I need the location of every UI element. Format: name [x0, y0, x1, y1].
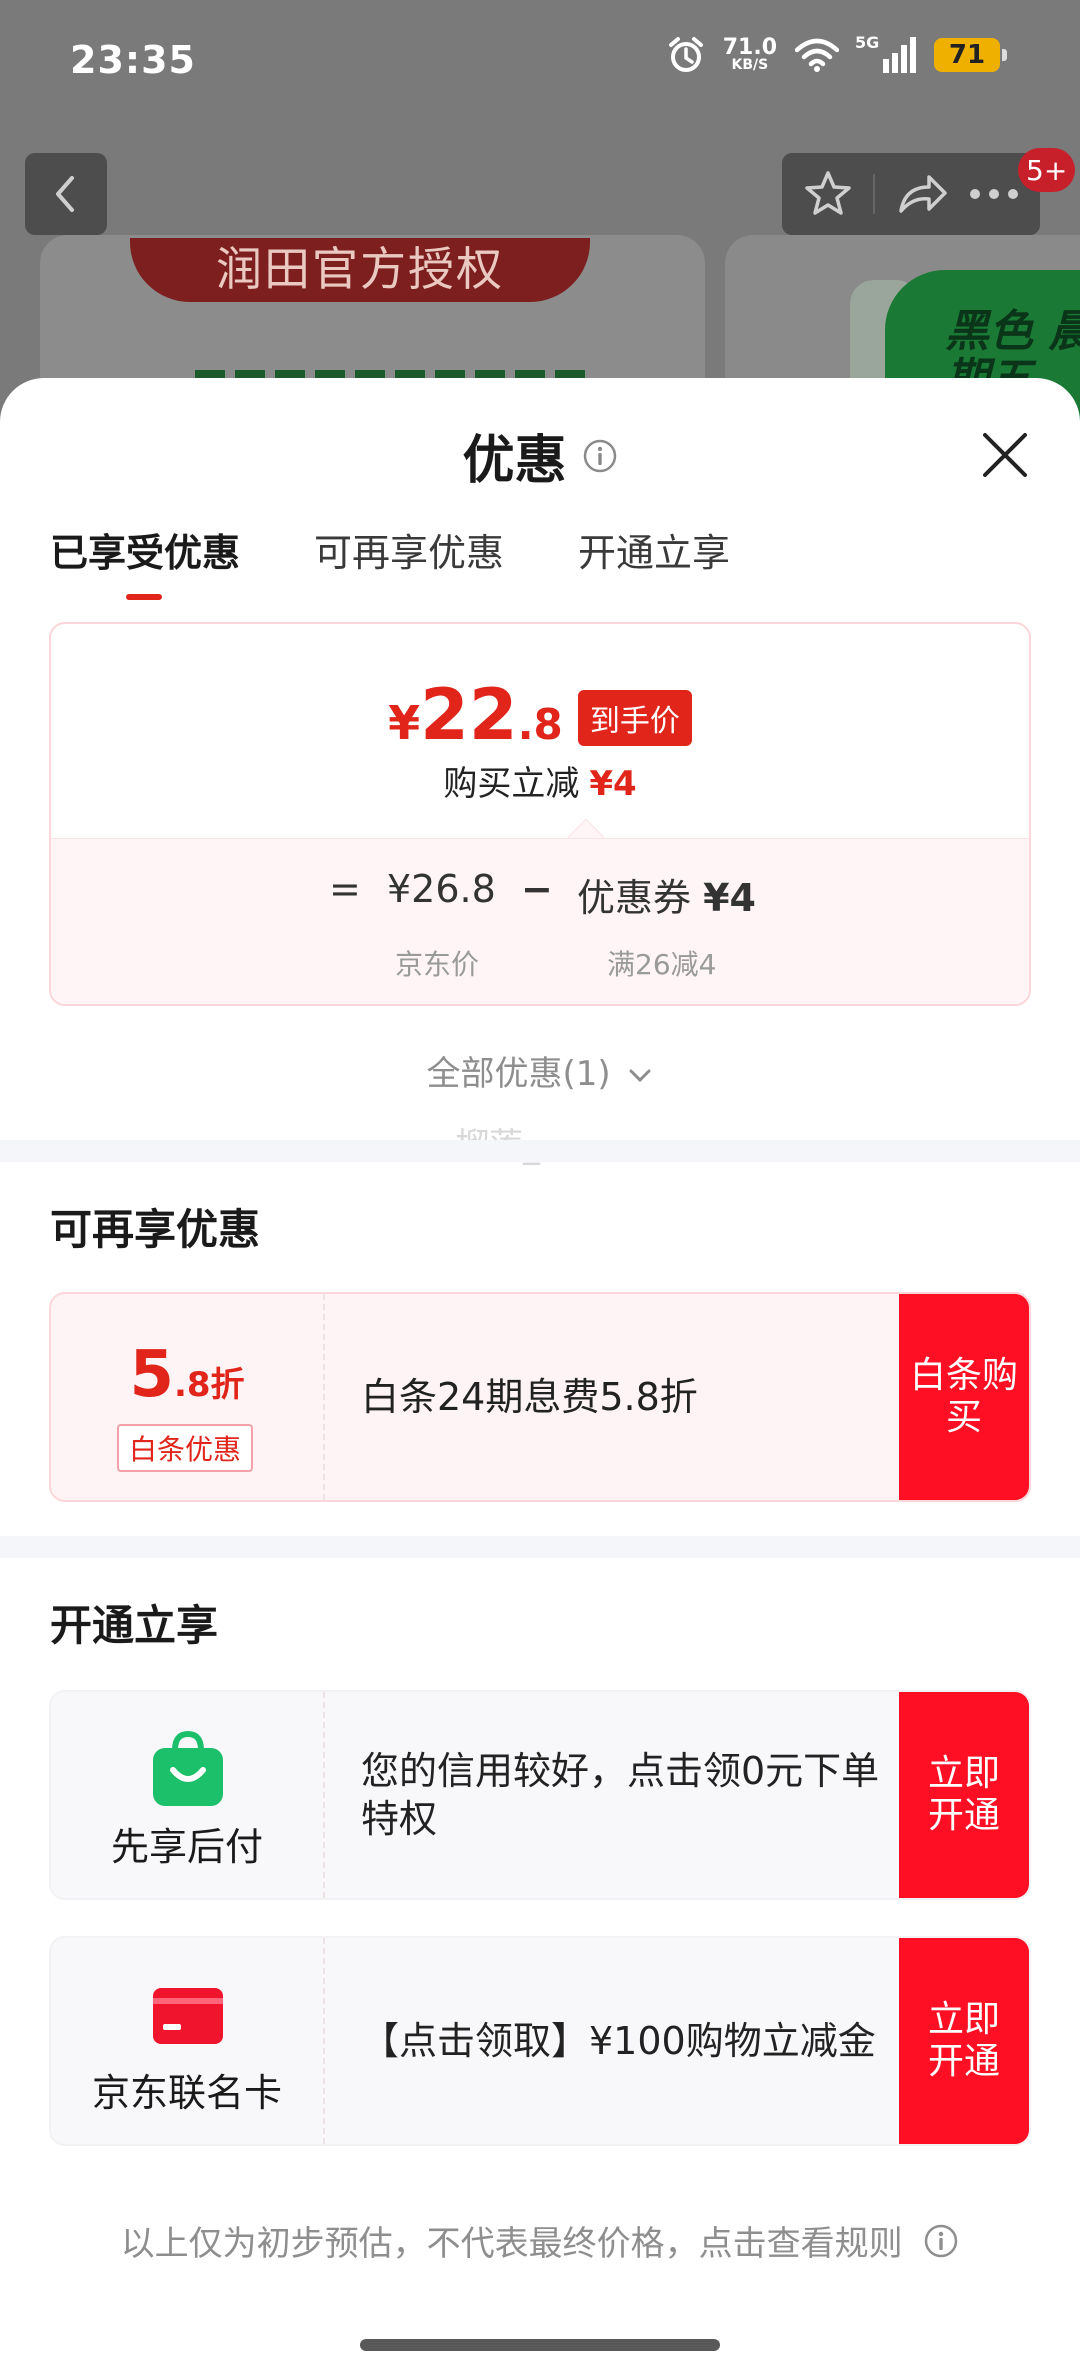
jd-cobrand-text: 【点击领取】¥100购物立减金: [361, 2019, 876, 2063]
price-breakdown: = ¥26.8 − 优惠券 ¥4 京东价 满26减4: [51, 838, 1029, 1004]
coupon-discount: 优惠券 ¥4: [577, 867, 756, 922]
tab-enjoyed-offers[interactable]: 已享受优惠: [50, 518, 240, 600]
all-offers-label: 全部优惠(1): [426, 1054, 611, 1094]
activate-offers-title: 开通立享: [50, 1601, 219, 1650]
jd-cobrand-box: 京东联名卡: [51, 1938, 325, 2144]
more-offers-title: 可再享优惠: [50, 1205, 261, 1254]
final-price-line: ¥22.8 到手价: [51, 674, 1029, 756]
formula-equals: =: [329, 867, 361, 911]
baitiao-buy-button[interactable]: 白条购买: [899, 1294, 1029, 1500]
all-offers-toggle[interactable]: 全部优惠(1): [0, 1046, 1080, 1095]
chevron-left-icon: [56, 176, 74, 212]
network-type: 5G: [855, 33, 880, 52]
baitiao-offer-card[interactable]: 5.8折 白条优惠 白条24期息费5.8折 白条购买: [49, 1292, 1031, 1502]
back-button[interactable]: [25, 153, 107, 235]
formula-minus: −: [521, 867, 553, 911]
info-icon: [925, 2224, 958, 2257]
instant-discount-label: 购买立减: [443, 764, 580, 804]
final-price-decimal: .8: [517, 700, 563, 749]
nav-separator: [873, 174, 876, 214]
pay-later-box: 先享后付: [51, 1692, 325, 1898]
message-count-badge: 5+: [1018, 148, 1076, 192]
pay-later-card[interactable]: 先享后付 您的信用较好，点击领0元下单特权 立即开通: [49, 1690, 1031, 1900]
battery-indicator: 71: [934, 38, 1007, 72]
background-banner-ribbon: 润田官方授权: [130, 238, 590, 302]
tab-more-offers[interactable]: 可再享优惠: [314, 518, 504, 588]
baitiao-offer-text: 白条24期息费5.8折: [361, 1375, 698, 1419]
tab-bar: 已享受优惠 可再享优惠 开通立享: [50, 518, 730, 600]
jd-cobrand-activate-label: 立即开通: [927, 1999, 1000, 2082]
final-price-currency: ¥: [388, 696, 421, 750]
wifi-icon: [795, 38, 839, 72]
baitiao-discount-box: 5.8折 白条优惠: [51, 1294, 325, 1500]
baitiao-tag: 白条优惠: [117, 1424, 254, 1472]
final-price: ¥22.8: [388, 674, 563, 756]
home-indicator[interactable]: [360, 2339, 720, 2351]
credit-card-icon: [153, 1988, 223, 2044]
rules-note[interactable]: 以上仅为初步预估，不代表最终价格，点击查看规则: [0, 2216, 1080, 2265]
baitiao-discount-integer: 5: [129, 1338, 174, 1412]
more-icon[interactable]: [968, 187, 1020, 201]
close-icon: [983, 433, 1027, 477]
rules-note-text: 以上仅为初步预估，不代表最终价格，点击查看规则: [120, 2224, 903, 2264]
nav-actions: [782, 153, 1040, 235]
instant-discount: 购买立减 ¥4: [51, 756, 1029, 805]
coupon-label: 优惠券: [577, 876, 692, 920]
alarm-icon: [668, 37, 703, 72]
cellular-signal: 5G: [855, 33, 916, 73]
final-price-card: ¥22.8 到手价 购买立减 ¥4 = ¥26.8 − 优惠券 ¥4 京东价 满2…: [49, 622, 1031, 1006]
section-divider: [0, 1536, 1080, 1558]
share-icon[interactable]: [895, 171, 949, 217]
instant-discount-amount: ¥4: [589, 764, 637, 804]
info-icon[interactable]: [582, 438, 618, 474]
jd-cobrand-activate-button[interactable]: 立即开通: [899, 1938, 1029, 2144]
pay-later-activate-label: 立即开通: [927, 1753, 1000, 1836]
sheet-title: 优惠: [462, 431, 567, 491]
coupon-note: 满26减4: [607, 948, 717, 981]
status-time: 23:35: [70, 38, 196, 82]
pay-later-activate-button[interactable]: 立即开通: [899, 1692, 1029, 1898]
chevron-down-icon: [629, 1069, 651, 1083]
final-price-tag: 到手价: [577, 690, 692, 746]
offers-sheet: 优惠 已享受优惠 可再享优惠 开通立享 ¥22.8 到手价 购买立减 ¥4 = …: [0, 378, 1080, 2374]
tab-activate-offers[interactable]: 开通立享: [578, 518, 730, 588]
star-icon[interactable]: [802, 168, 854, 220]
pay-later-label: 先享后付: [110, 1825, 263, 1869]
sheet-header: 优惠: [0, 418, 1080, 508]
pay-later-text: 您的信用较好，点击领0元下单特权: [361, 1749, 880, 1841]
net-speed: 71.0 KB/S: [723, 37, 777, 73]
baitiao-discount: 5.8折: [51, 1338, 323, 1412]
final-price-section: ¥22.8 到手价 购买立减 ¥4: [51, 624, 1029, 838]
jd-cobrand-card[interactable]: 京东联名卡 【点击领取】¥100购物立减金 立即开通: [49, 1936, 1031, 2146]
final-price-integer: 22: [420, 674, 518, 756]
net-speed-unit: KB/S: [731, 57, 769, 73]
section-divider: [0, 1140, 1080, 1162]
coupon-amount: ¥4: [703, 876, 756, 920]
status-bar: 23:35 71.0 KB/S 5G 71: [0, 0, 1080, 120]
baitiao-discount-decimal: .8折: [173, 1365, 245, 1405]
jd-price-note: 京东价: [395, 948, 480, 981]
jd-cobrand-label: 京东联名卡: [91, 2071, 282, 2115]
jd-price: ¥26.8: [387, 867, 496, 911]
shopping-bag-icon: [153, 1730, 223, 1806]
close-button[interactable]: [970, 420, 1040, 490]
status-icons: 71.0 KB/S 5G 71: [667, 33, 1007, 74]
